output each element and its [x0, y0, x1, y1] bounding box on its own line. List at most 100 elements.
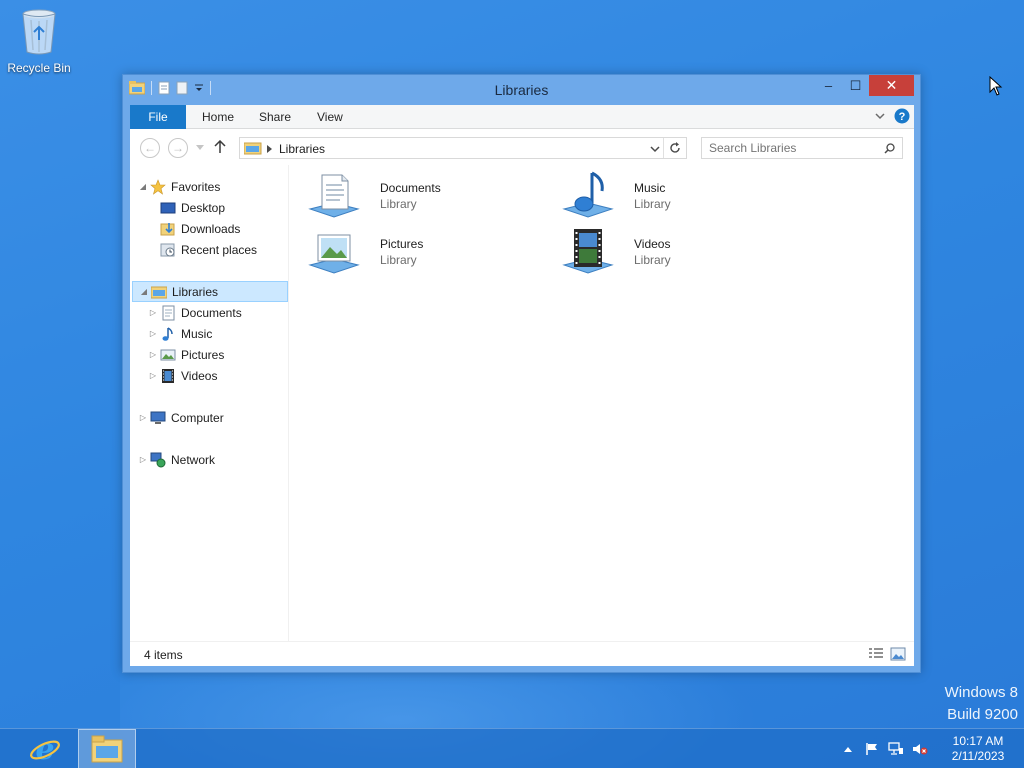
nav-lib-videos[interactable]: ▷ Videos [130, 365, 287, 386]
address-dropdown-icon[interactable] [650, 144, 660, 154]
library-name: Videos [634, 237, 671, 251]
nav-lib-documents[interactable]: ▷ Documents [130, 302, 287, 323]
ribbon-tabs: File Home Share View ? [130, 105, 914, 129]
music-library-icon [562, 171, 614, 218]
library-tile-pictures[interactable]: Pictures Library [308, 225, 548, 277]
taskbar-file-explorer[interactable] [78, 729, 136, 768]
nav-downloads[interactable]: Downloads [130, 218, 287, 239]
navigation-pane: ◢ Favorites Desktop Downloads Recent pla… [130, 165, 289, 641]
forward-arrow-icon: → [172, 141, 184, 155]
clock-time: 10:17 AM [952, 734, 1004, 748]
os-watermark: Windows 8 Build 9200 [945, 682, 1018, 726]
item-count: 4 items [144, 648, 183, 662]
search-icon[interactable] [884, 143, 895, 154]
nav-desktop[interactable]: Desktop [130, 197, 287, 218]
nav-libraries[interactable]: ◢ Libraries [132, 281, 288, 302]
volume-muted-icon [913, 744, 928, 755]
taskbar-clock[interactable]: 10:17 AM 2/11/2023 [932, 734, 1024, 764]
explorer-content: ◢ Favorites Desktop Downloads Recent pla… [130, 165, 914, 641]
up-arrow-icon[interactable] [214, 140, 226, 154]
maximize-button[interactable]: ☐ [842, 75, 869, 96]
documents-icon [162, 305, 175, 320]
nav-network-label: Network [171, 452, 216, 467]
back-button[interactable]: ← [140, 138, 160, 158]
favorites-star-icon [150, 178, 166, 195]
search-box[interactable] [701, 137, 903, 159]
tab-file[interactable]: File [130, 105, 186, 129]
forward-button[interactable]: → [168, 138, 188, 158]
navigation-bar: ← → Libraries [130, 129, 914, 165]
help-icon[interactable]: ? [894, 108, 910, 124]
nav-favorites-label: Favorites [171, 179, 221, 194]
library-tile-documents[interactable]: Documents Library [308, 169, 548, 221]
window-controls: – ☐ ✕ [815, 75, 914, 96]
videos-library-icon [562, 229, 614, 274]
library-name: Music [634, 181, 666, 195]
watermark-build: Build 9200 [947, 706, 1018, 723]
details-view-icon[interactable] [868, 647, 884, 661]
collapsed-arrow-icon[interactable]: ▷ [138, 455, 148, 464]
refresh-icon[interactable] [669, 142, 681, 154]
minimize-button[interactable]: – [815, 75, 842, 96]
nav-network[interactable]: ▷ Network [130, 449, 287, 470]
search-input[interactable] [702, 138, 880, 158]
library-type: Library [380, 253, 417, 267]
nav-pictures-label: Pictures [181, 347, 225, 362]
action-center-button[interactable] [860, 729, 884, 768]
show-hidden-icons-button[interactable] [836, 729, 860, 768]
collapsed-arrow-icon[interactable]: ▷ [138, 413, 148, 422]
recycle-bin-icon [22, 9, 56, 55]
tab-share[interactable]: Share [245, 105, 305, 129]
nav-favorites[interactable]: ◢ Favorites [130, 176, 287, 197]
nav-computer[interactable]: ▷ Computer [130, 407, 287, 428]
taskbar: e 10:17 AM 2/11/2023 [0, 728, 1024, 768]
collapsed-arrow-icon[interactable]: ▷ [148, 308, 158, 317]
svg-text:?: ? [899, 111, 906, 123]
explorer-window: Libraries – ☐ ✕ File Home Share View ? ←… [122, 74, 921, 673]
address-divider [663, 138, 664, 158]
svg-text:e: e [35, 732, 54, 766]
taskbar-internet-explorer[interactable]: e [16, 729, 74, 768]
tab-view[interactable]: View [303, 105, 357, 129]
internet-explorer-icon: e [30, 732, 60, 766]
documents-library-icon [308, 174, 360, 218]
tab-home[interactable]: Home [188, 105, 248, 129]
nav-lib-music[interactable]: ▷ Music [130, 323, 287, 344]
libraries-location-icon [244, 142, 262, 155]
collapsed-arrow-icon[interactable]: ▷ [148, 371, 158, 380]
volume-button[interactable] [908, 729, 932, 768]
system-tray: 10:17 AM 2/11/2023 [836, 729, 1024, 768]
recent-locations-icon[interactable] [196, 145, 204, 151]
nav-documents-label: Documents [181, 305, 242, 320]
watermark-os: Windows 8 [944, 684, 1018, 701]
library-name: Documents [380, 181, 441, 195]
expanded-arrow-icon[interactable]: ◢ [139, 287, 149, 296]
expand-ribbon-icon[interactable] [874, 110, 886, 122]
close-button[interactable]: ✕ [869, 75, 914, 96]
breadcrumb-libraries[interactable]: Libraries [279, 142, 325, 156]
breadcrumb-chevron-icon[interactable] [267, 145, 272, 153]
collapsed-arrow-icon[interactable]: ▷ [148, 350, 158, 359]
file-explorer-icon [91, 735, 123, 763]
recycle-bin-shortcut[interactable]: Recycle Bin [6, 6, 72, 75]
action-center-flag-icon [866, 743, 877, 755]
network-status-button[interactable] [884, 729, 908, 768]
window-title: Libraries [494, 82, 549, 98]
recent-places-icon [160, 243, 175, 256]
nav-lib-pictures[interactable]: ▷ Pictures [130, 344, 287, 365]
status-bar: 4 items [130, 641, 914, 666]
title-bar[interactable]: Libraries – ☐ ✕ [123, 75, 920, 105]
nav-recent-places[interactable]: Recent places [130, 239, 287, 260]
collapsed-arrow-icon[interactable]: ▷ [148, 329, 158, 338]
music-icon [162, 326, 173, 341]
library-type: Library [634, 197, 671, 211]
mouse-cursor-icon [989, 76, 1003, 96]
library-tile-videos[interactable]: Videos Library [562, 225, 802, 277]
pictures-icon [160, 349, 176, 360]
expanded-arrow-icon[interactable]: ◢ [138, 182, 148, 191]
large-icons-view-icon[interactable] [890, 647, 906, 661]
address-bar[interactable]: Libraries [239, 137, 687, 159]
file-list: Documents Library Music Library Pictures… [290, 165, 914, 641]
library-tile-music[interactable]: Music Library [562, 169, 802, 221]
nav-recent-places-label: Recent places [181, 242, 258, 257]
